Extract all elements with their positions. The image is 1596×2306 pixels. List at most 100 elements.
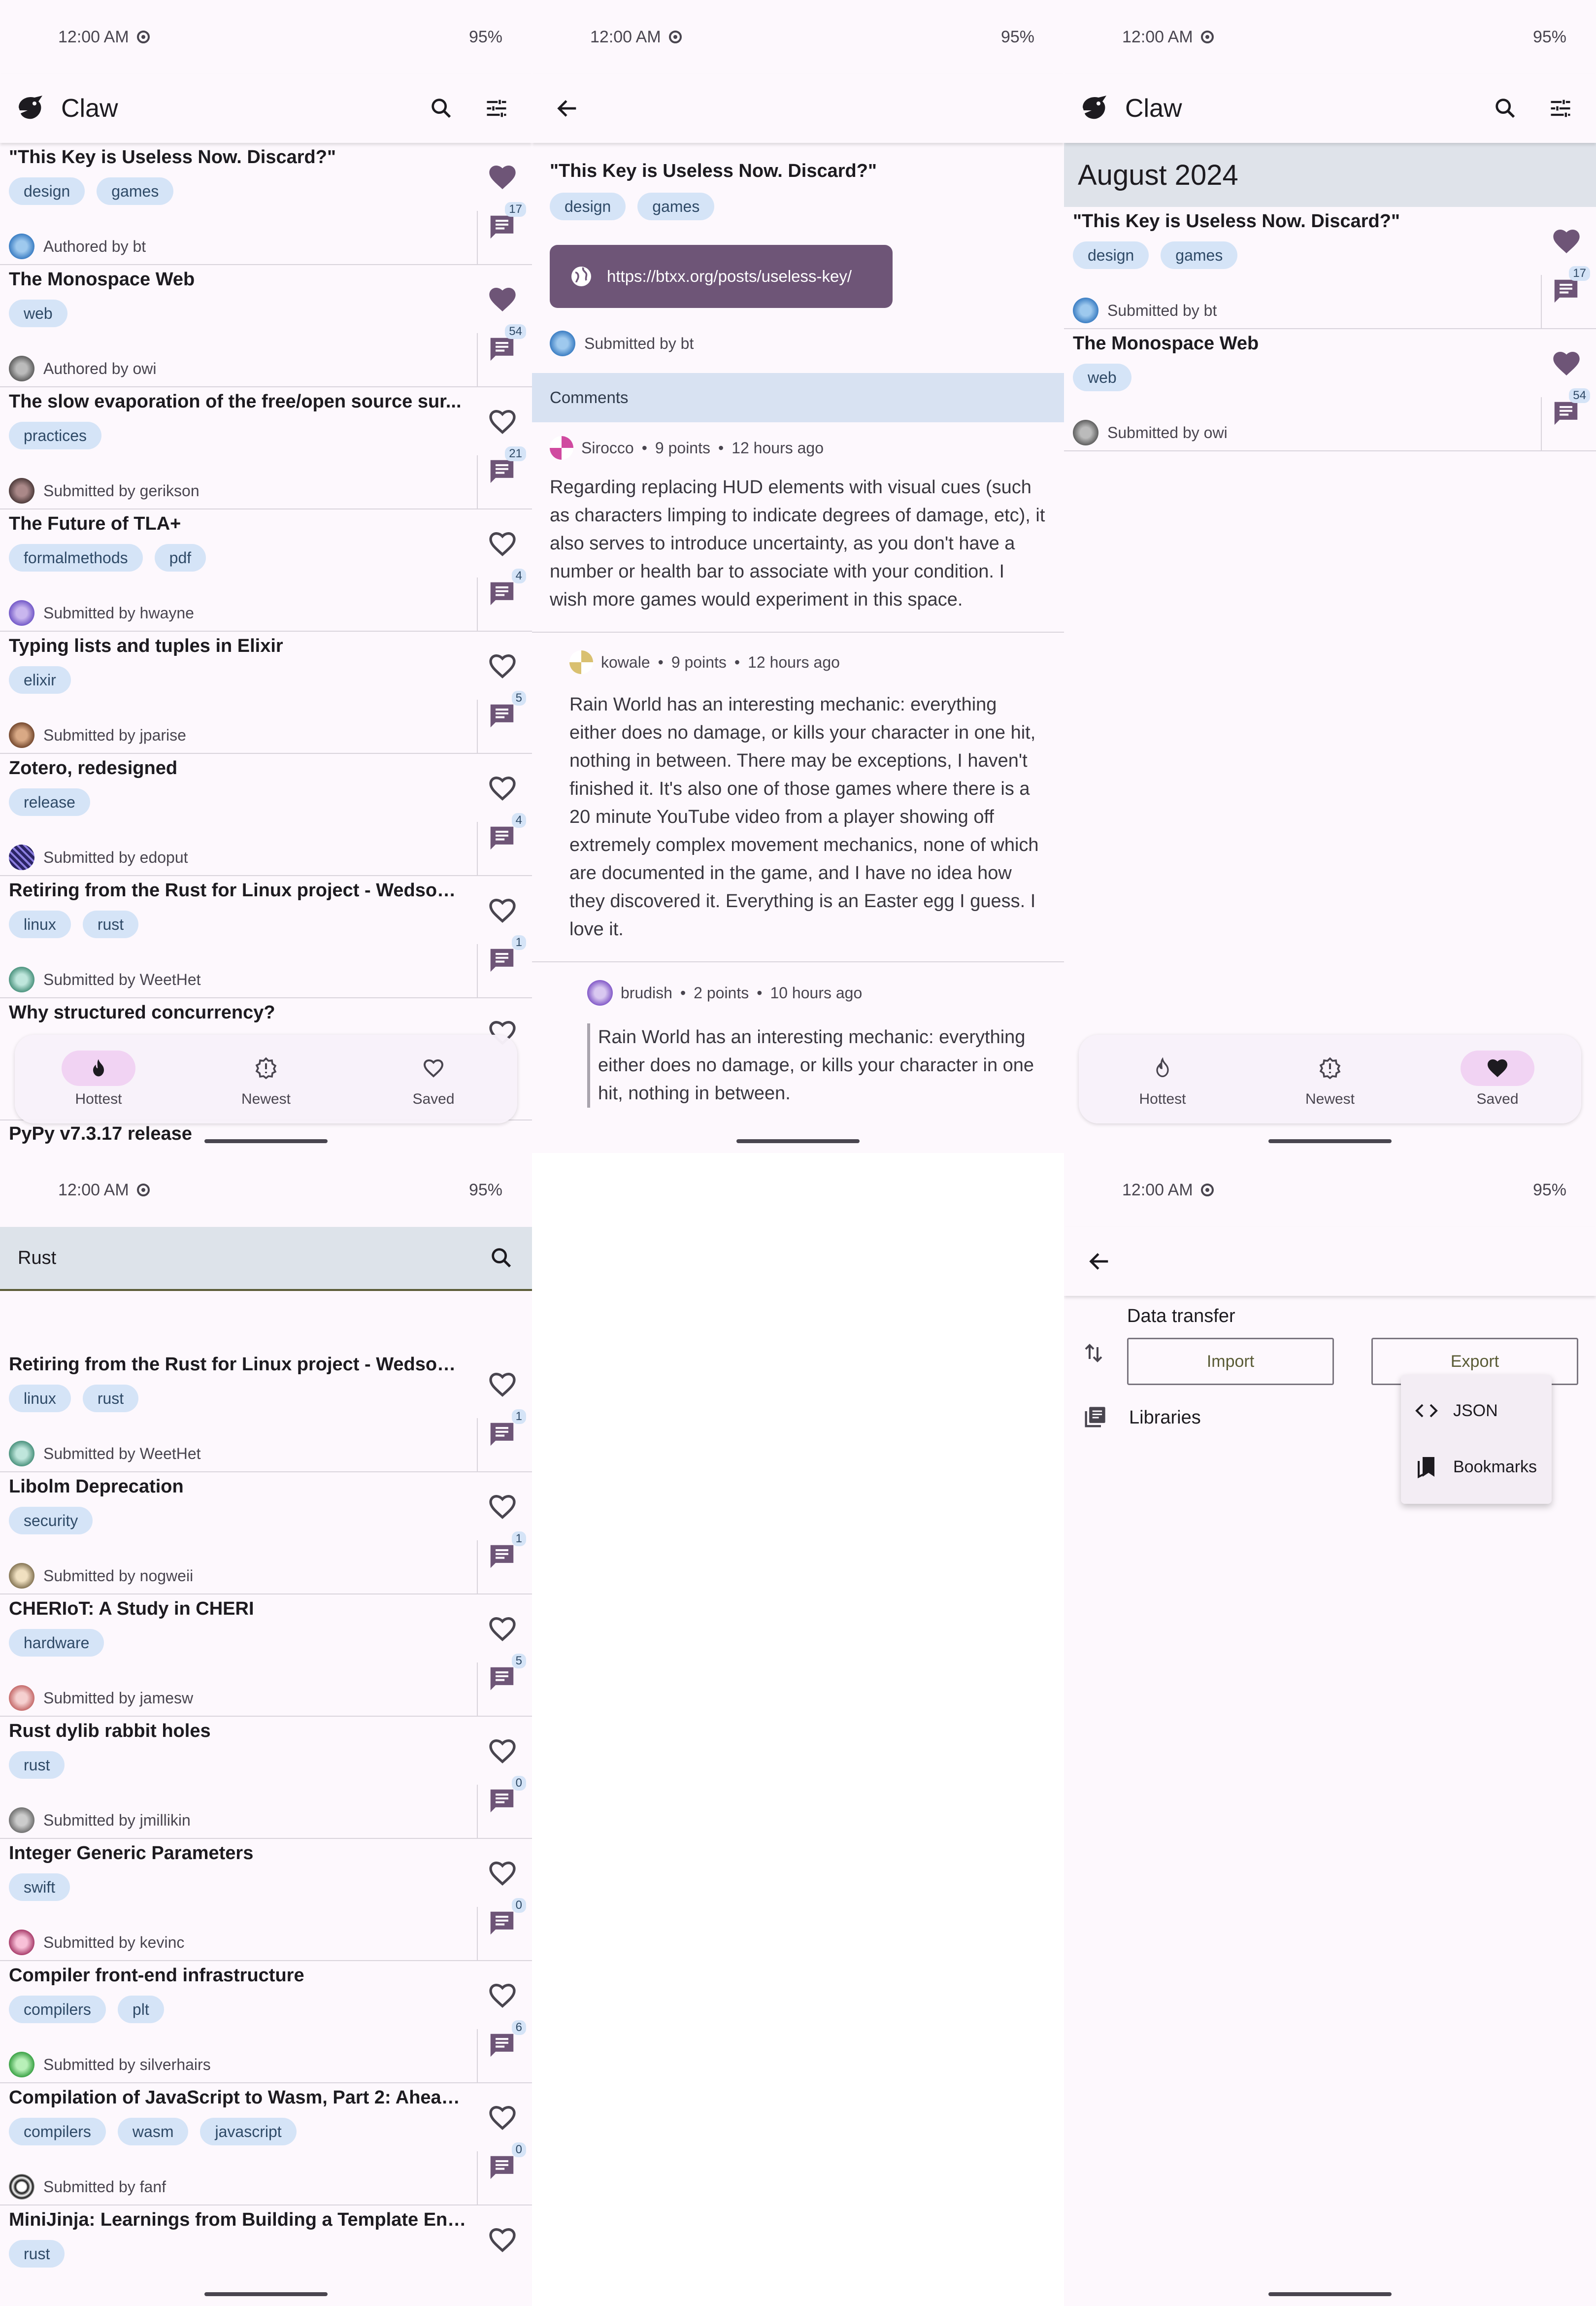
story-item[interactable]: The Monospace Web web Authored by owi 54 xyxy=(0,265,532,387)
tag-chip[interactable]: rust xyxy=(9,1751,65,1779)
tag-chip[interactable]: design xyxy=(550,193,626,220)
comments-icon[interactable] xyxy=(487,578,517,609)
comment-author[interactable]: kowale xyxy=(601,653,650,672)
nav-newest[interactable]: Newest xyxy=(1256,1051,1404,1108)
story-item[interactable]: The Future of TLA+ formalmethods pdf Subm… xyxy=(0,509,532,632)
story-item[interactable]: Rust dylib rabbit holes rust Submitted b… xyxy=(0,1717,532,1839)
tag-chip[interactable]: games xyxy=(97,177,174,205)
heart-outline-icon[interactable] xyxy=(487,1980,518,2011)
search-button[interactable] xyxy=(1485,88,1526,129)
back-button[interactable] xyxy=(1079,1241,1120,1282)
heart-outline-icon[interactable] xyxy=(487,1369,518,1400)
story-title[interactable]: Compiler front-end infrastructure xyxy=(9,1965,467,1986)
story-title[interactable]: The Monospace Web xyxy=(1073,333,1531,354)
story-title[interactable]: "This Key is Useless Now. Discard?" xyxy=(1073,211,1531,232)
tag-chip[interactable]: swift xyxy=(9,1873,70,1901)
tag-chip[interactable]: practices xyxy=(9,422,102,449)
comments-icon[interactable] xyxy=(487,1663,517,1694)
story-item[interactable]: Compilation of JavaScript to Wasm, Part … xyxy=(0,2083,532,2205)
tag-chip[interactable]: pdf xyxy=(154,544,206,572)
heart-filled-icon[interactable] xyxy=(487,162,518,193)
search-input[interactable]: Rust xyxy=(0,1227,532,1291)
tag-chip[interactable]: linux xyxy=(9,911,71,938)
tag-chip[interactable]: design xyxy=(1073,241,1149,269)
tag-chip[interactable]: wasm xyxy=(117,2118,189,2145)
story-title[interactable]: "This Key is Useless Now. Discard?" xyxy=(9,147,467,168)
tag-chip[interactable]: release xyxy=(9,788,90,816)
comments-icon[interactable] xyxy=(487,1786,517,1816)
story-title[interactable]: CHERIoT: A Study in CHERI xyxy=(9,1598,467,1620)
story-item[interactable]: Libolm Deprecation security Submitted by… xyxy=(0,1472,532,1594)
tag-chip[interactable]: web xyxy=(9,300,67,327)
search-button[interactable] xyxy=(421,88,462,129)
comments-icon[interactable] xyxy=(487,2030,517,2061)
tag-chip[interactable]: formalmethods xyxy=(9,544,143,572)
story-title[interactable]: Compilation of JavaScript to Wasm, Part … xyxy=(9,2087,467,2108)
story-title[interactable]: The Monospace Web xyxy=(9,269,467,290)
comment-item[interactable]: kowale • 9 points • 12 hours ago Rain World … xyxy=(532,633,1064,962)
heart-outline-icon[interactable] xyxy=(487,1858,518,1889)
story-item[interactable]: "This Key is Useless Now. Discard?" desi… xyxy=(0,143,532,265)
heart-outline-icon[interactable] xyxy=(487,2224,518,2256)
story-title[interactable]: Libolm Deprecation xyxy=(9,1476,467,1497)
heart-outline-icon[interactable] xyxy=(487,1613,518,1645)
back-button[interactable] xyxy=(547,88,588,129)
menu-item-json[interactable]: JSON xyxy=(1401,1383,1552,1439)
comments-icon[interactable] xyxy=(487,701,517,731)
story-title[interactable]: Typing lists and tuples in Elixir xyxy=(9,636,467,657)
story-title[interactable]: The Future of TLA+ xyxy=(9,513,467,535)
filter-button[interactable] xyxy=(1540,88,1581,129)
story-item[interactable]: Retiring from the Rust for Linux project… xyxy=(0,876,532,998)
story-item[interactable]: Retiring from the Rust for Linux project… xyxy=(0,1350,532,1472)
tag-chip[interactable]: compilers xyxy=(9,2118,106,2145)
story-title[interactable]: Retiring from the Rust for Linux project… xyxy=(9,880,467,901)
tag-chip[interactable]: rust xyxy=(82,1385,139,1412)
heart-outline-icon[interactable] xyxy=(487,773,518,804)
story-item[interactable]: Typing lists and tuples in Elixir elixir… xyxy=(0,632,532,754)
tag-chip[interactable]: security xyxy=(9,1507,93,1534)
tag-chip[interactable]: javascript xyxy=(200,2118,297,2145)
story-title[interactable]: Why structured concurrency? xyxy=(9,1002,467,1023)
nav-saved[interactable]: Saved xyxy=(1424,1051,1571,1108)
import-button[interactable]: Import xyxy=(1127,1338,1334,1385)
comments-icon[interactable] xyxy=(487,1541,517,1572)
heart-outline-icon[interactable] xyxy=(487,528,518,560)
heart-outline-icon[interactable] xyxy=(487,1735,518,1767)
story-item[interactable]: CHERIoT: A Study in CHERI hardware Submi… xyxy=(0,1594,532,1717)
tag-chip[interactable]: compilers xyxy=(9,1996,106,2023)
tag-chip[interactable]: hardware xyxy=(9,1629,104,1657)
story-title[interactable]: PyPy v7.3.17 release xyxy=(9,1123,192,1145)
heart-filled-icon[interactable] xyxy=(487,284,518,315)
story-title[interactable]: Zotero, redesigned xyxy=(9,758,467,779)
comments-icon[interactable] xyxy=(487,2152,517,2183)
comment-author[interactable]: brudish xyxy=(621,984,672,1002)
search-query[interactable]: Rust xyxy=(18,1248,56,1269)
nav-newest[interactable]: Newest xyxy=(192,1051,340,1108)
story-item[interactable]: The slow evaporation of the free/open so… xyxy=(0,387,532,509)
search-icon[interactable] xyxy=(489,1245,514,1271)
story-title[interactable]: Integer Generic Parameters xyxy=(9,1843,467,1864)
tag-chip[interactable]: rust xyxy=(9,2240,65,2268)
heart-filled-icon[interactable] xyxy=(1551,226,1582,257)
tag-chip[interactable]: web xyxy=(1073,364,1131,391)
story-title[interactable]: MiniJinja: Learnings from Building a Tem… xyxy=(9,2209,467,2231)
tag-chip[interactable]: games xyxy=(637,193,715,220)
story-item[interactable]: Zotero, redesigned release Submitted by … xyxy=(0,754,532,876)
comment-item[interactable]: brudish • 2 points • 10 hours ago Rain World… xyxy=(532,962,1064,1108)
comments-icon[interactable] xyxy=(487,1908,517,1938)
tag-chip[interactable]: rust xyxy=(82,911,139,938)
heart-outline-icon[interactable] xyxy=(487,406,518,438)
menu-item-bookmarks[interactable]: Bookmarks xyxy=(1401,1439,1552,1495)
tag-chip[interactable]: games xyxy=(1161,241,1238,269)
heart-outline-icon[interactable] xyxy=(487,2102,518,2134)
nav-hottest[interactable]: Hottest xyxy=(1089,1051,1236,1108)
tag-chip[interactable]: plt xyxy=(117,1996,164,2023)
comments-icon[interactable] xyxy=(487,823,517,853)
heart-outline-icon[interactable] xyxy=(487,1491,518,1523)
tag-chip[interactable]: elixir xyxy=(9,666,71,694)
heart-filled-icon[interactable] xyxy=(1551,348,1582,379)
story-title[interactable]: Rust dylib rabbit holes xyxy=(9,1721,467,1742)
story-item[interactable]: "This Key is Useless Now. Discard?" desi… xyxy=(1064,207,1596,329)
filter-button[interactable] xyxy=(476,88,517,129)
story-item[interactable]: MiniJinja: Learnings from Building a Tem… xyxy=(0,2205,532,2306)
